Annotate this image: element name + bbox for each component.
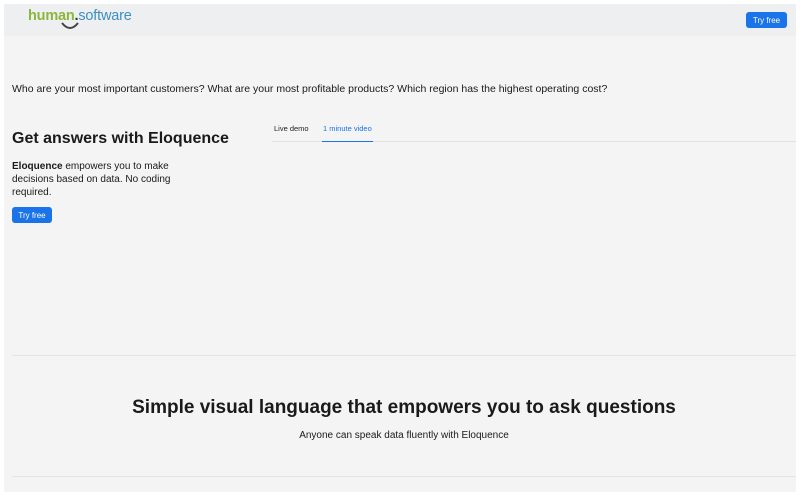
section-divider (12, 355, 796, 356)
hero-title: Get answers with Eloquence (12, 130, 229, 147)
hero-description: Eloquence empowers you to make decisions… (12, 160, 202, 199)
logo-wordmark: human.software (28, 8, 132, 24)
section-subtitle: Anyone can speak data fluently with Eloq… (299, 430, 509, 441)
logo-software-text: software (78, 8, 132, 24)
section-title: Simple visual language that empowers you… (132, 397, 676, 418)
header-try-free-button[interactable]: Try free (746, 12, 787, 28)
hero-try-free-button[interactable]: Try free (12, 207, 52, 223)
hero-questions-text: Who are your most important customers? W… (12, 83, 608, 95)
hero-brand-name: Eloquence (12, 161, 63, 172)
page: human.software Try free Who are your mos… (4, 4, 796, 492)
site-header: human.software Try free (4, 4, 796, 36)
demo-tabs: Live demo 1 minute video (272, 122, 796, 142)
tab-live-demo[interactable]: Live demo (274, 124, 309, 142)
tab-1-minute-video[interactable]: 1 minute video (322, 124, 373, 142)
logo-smile-icon (61, 22, 79, 29)
human-software-logo[interactable]: human.software (28, 8, 138, 34)
section-divider-bottom (12, 476, 796, 477)
